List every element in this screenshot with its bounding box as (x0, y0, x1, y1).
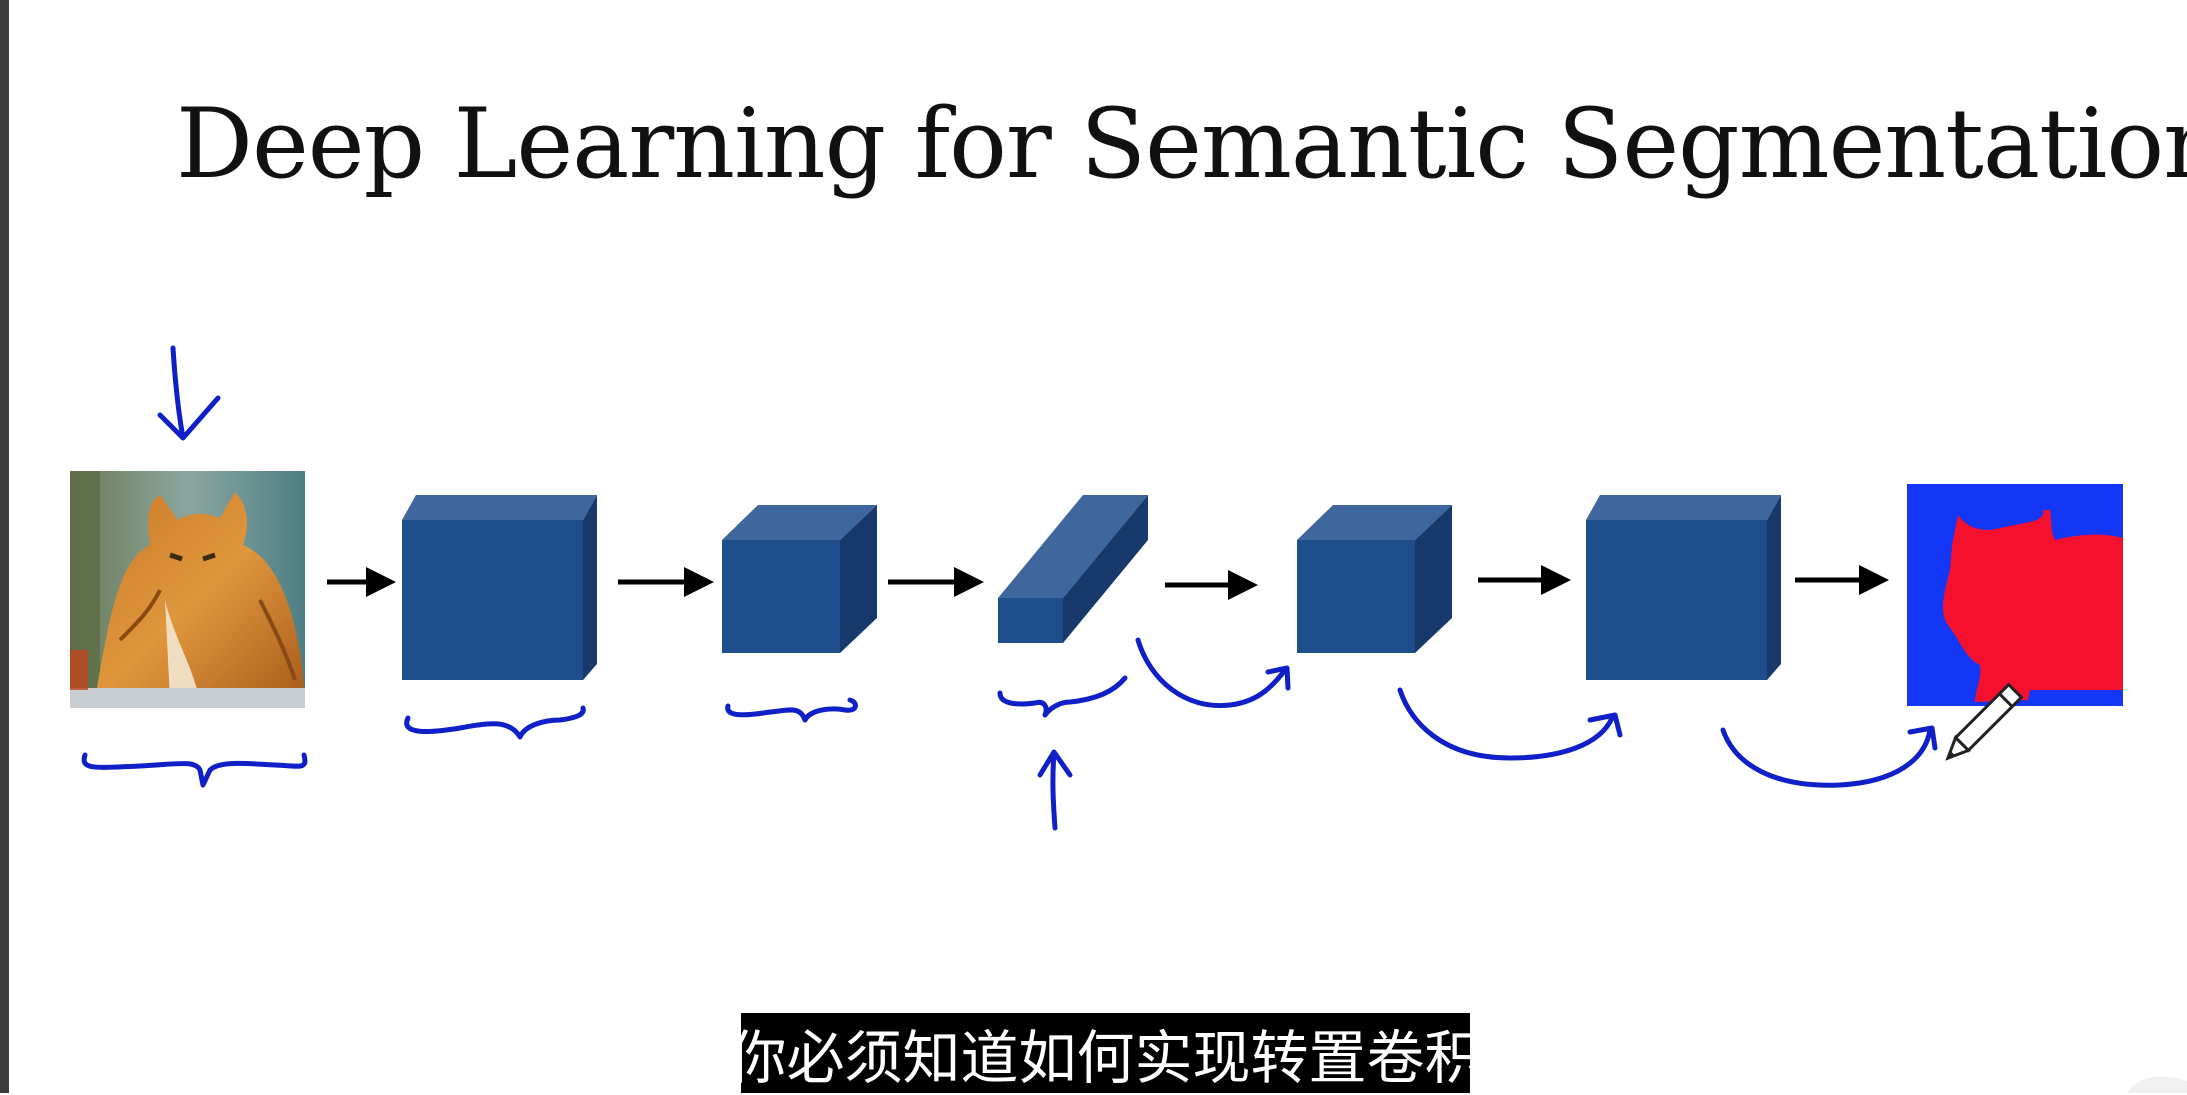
feature-volume-5 (1586, 495, 1781, 680)
annotation-brace-bottleneck (997, 675, 1128, 718)
annotation-curve-1 (1135, 637, 1291, 709)
annotation-up-arrow (1037, 749, 1073, 831)
watermark-icon (2127, 1076, 2187, 1093)
input-cat-image (70, 471, 305, 708)
annotation-curve-2 (1397, 687, 1623, 761)
feature-volume-2 (722, 505, 877, 653)
feature-volume-4 (1297, 505, 1452, 653)
output-segmentation-map (1907, 484, 2123, 706)
subtitle-caption: 你必须知道如何实现转置卷积 (729, 1013, 1483, 1093)
annotation-brace-input (81, 752, 308, 788)
feature-volume-1 (402, 495, 597, 680)
annotation-brace-volume-2 (725, 697, 858, 723)
annotation-down-arrow (157, 345, 221, 441)
feature-volume-bottleneck (998, 495, 1148, 643)
annotation-brace-volume-1 (404, 705, 586, 740)
annotation-curve-3 (1720, 725, 1938, 788)
segmentation-diagram (70, 345, 2123, 831)
